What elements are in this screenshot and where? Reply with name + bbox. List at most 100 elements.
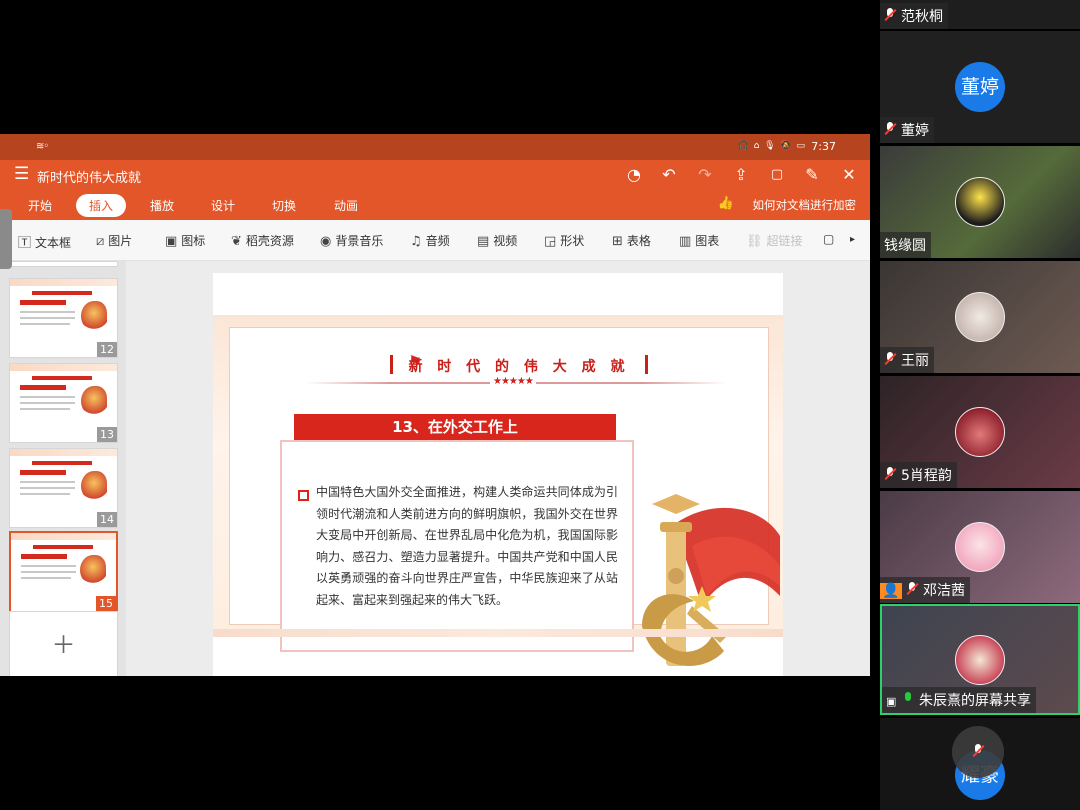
participant-tile-7[interactable]: ▣ 朱辰熹的屏幕共享	[880, 604, 1080, 715]
current-slide[interactable]: ⚑ 新 时 代 的 伟 大 成 就 ★★★★★ 中国特色大国外交全面推进，构建人…	[213, 273, 783, 676]
close-icon[interactable]: ✕	[838, 165, 860, 184]
audio-icon: ♫	[410, 234, 422, 249]
section-title: 13、在外交工作上	[294, 414, 616, 440]
slide-thumbnail-12[interactable]: 12	[9, 278, 118, 358]
shared-presentation-window: ≋◦ 🎧 ⌂ 🎙 🔕 ▭ 7:37 ☰ 新时代的伟大成就 ◔ ↶ ↷ ⇪ ▢ ✎…	[0, 134, 870, 676]
avatar	[955, 177, 1005, 227]
participant-tile-6[interactable]: 👤 邓洁茜	[880, 491, 1080, 603]
slide-number: 15	[96, 596, 116, 611]
mic-muted-icon	[884, 352, 896, 365]
mic-muted-icon	[906, 582, 918, 595]
shape-icon: ◲	[544, 234, 557, 249]
slide-thumbnail-14[interactable]: 14	[9, 448, 118, 528]
insert-background-music-button[interactable]: ◉ 背景音乐	[320, 232, 383, 249]
timer-record-icon[interactable]: ◔	[623, 165, 645, 184]
plus-icon: ＋	[51, 631, 76, 659]
slide-body-text: 中国特色大国外交全面推进，构建人类命运共同体成为引领时代潮流和人类前进方向的鲜明…	[316, 485, 618, 607]
slide-inner-panel: ⚑ 新 时 代 的 伟 大 成 就 ★★★★★ 中国特色大国外交全面推进，构建人…	[229, 327, 780, 666]
add-slide-button[interactable]: ＋	[9, 611, 118, 676]
insert-icon-button[interactable]: ▣ 图标	[165, 232, 205, 249]
muted-overlay	[952, 726, 1004, 778]
slide-heading-bar: ⚑ 新 时 代 的 伟 大 成 就	[390, 352, 648, 375]
status-time: 7:37	[811, 140, 836, 153]
tab-insert[interactable]: 插入	[76, 194, 127, 217]
participant-name-tag: 👤 邓洁茜	[880, 577, 970, 603]
participant-tile-8[interactable]: 耀豪	[880, 718, 1080, 810]
mic-muted-icon	[884, 467, 896, 480]
bullet-square-icon	[298, 490, 309, 501]
video-icon: ▤	[477, 234, 490, 249]
tab-start[interactable]: 开始	[28, 197, 52, 214]
chart-icon: ▥	[679, 234, 692, 249]
insert-audio-button[interactable]: ♫ 音频	[410, 232, 450, 249]
participant-name-tag: 王丽	[880, 347, 934, 373]
insert-chart-button[interactable]: ▥ 图表	[679, 232, 719, 249]
text-box-icon: 🅃	[18, 236, 32, 251]
thumbs-up-icon: 👍	[717, 196, 734, 211]
slide-editing-canvas: ⚑ 新 时 代 的 伟 大 成 就 ★★★★★ 中国特色大国外交全面推进，构建人…	[126, 261, 870, 676]
redo-icon[interactable]: ↷	[694, 165, 716, 184]
mic-muted-icon	[884, 122, 896, 135]
insert-shape-button[interactable]: ◲ 形状	[544, 232, 584, 249]
insert-textbox-button[interactable]: 🅃 文本框	[18, 232, 71, 251]
menu-icon[interactable]: ☰	[14, 164, 29, 184]
status-icons: 🎧 ⌂ 🎙 🔕 ▭	[737, 141, 806, 151]
insert-image-button[interactable]: ⧄ 图片	[96, 232, 132, 249]
insert-video-button[interactable]: ▤ 视频	[477, 232, 517, 249]
participant-name-tag: ▣ 朱辰熹的屏幕共享	[882, 687, 1036, 713]
docer-resource-icon: ❦	[231, 234, 242, 249]
music-note-icon: ◉	[320, 234, 332, 249]
share-icon[interactable]: ⇪	[730, 165, 752, 184]
thumbnail-partial[interactable]	[9, 261, 118, 267]
document-title-bar: ☰ 新时代的伟大成就 ◔ ↶ ↷ ⇪ ▢ ✎ ✕	[0, 160, 870, 190]
insert-hyperlink-button[interactable]: ⛓ 超链接	[746, 232, 803, 249]
slide-thumbnail-panel: 12 13 14 15 ＋	[0, 261, 126, 676]
participant-tile-4[interactable]: 王丽	[880, 261, 1080, 373]
panel-drag-handle[interactable]	[0, 209, 12, 269]
avatar	[955, 522, 1005, 572]
more-tools-icon[interactable]: ▢	[823, 232, 834, 246]
mic-muted-icon	[884, 8, 896, 21]
mic-muted-icon	[972, 744, 984, 757]
insert-table-button[interactable]: ⊞ 表格	[612, 232, 651, 249]
participant-name-tag: 钱缘圆	[880, 232, 931, 258]
table-icon: ⊞	[612, 234, 623, 249]
insert-docer-resource-button[interactable]: ❦ 稻壳资源	[231, 232, 294, 249]
document-title: 新时代的伟大成就	[37, 171, 142, 186]
participant-tile-2[interactable]: 董婷 董婷	[880, 31, 1080, 143]
slide-heading: 新 时 代 的 伟 大 成 就	[408, 359, 630, 375]
participant-name-tag: 范秋桐	[880, 3, 948, 29]
participant-tile-5[interactable]: 5肖程韵	[880, 376, 1080, 488]
device-status-bar: ≋◦ 🎧 ⌂ 🎙 🔕 ▭ 7:37	[0, 134, 870, 160]
host-icon: 👤	[880, 583, 902, 599]
image-icon: ⧄	[96, 234, 105, 249]
avatar	[955, 407, 1005, 457]
mic-active-icon	[902, 692, 914, 705]
page-view-icon[interactable]: ▢	[766, 167, 788, 182]
tab-design[interactable]: 设计	[211, 197, 235, 214]
icon-library-icon: ▣	[165, 234, 178, 249]
participant-name-tag: 董婷	[880, 117, 934, 143]
party-emblem-illustration	[642, 494, 780, 666]
avatar	[955, 635, 1005, 685]
wifi-icon: ≋◦	[36, 141, 49, 152]
slide-number: 13	[97, 427, 117, 442]
participant-name-tag: 5肖程韵	[880, 462, 957, 488]
content-box: 中国特色大国外交全面推进，构建人类命运共同体成为引领时代潮流和人类前进方向的鲜明…	[280, 440, 634, 652]
stars-icon: ★★★★★	[490, 376, 536, 387]
link-icon: ⛓	[746, 234, 763, 249]
tab-animation[interactable]: 动画	[334, 197, 358, 214]
slide-thumbnail-13[interactable]: 13	[9, 363, 118, 443]
slide-number: 14	[97, 512, 117, 527]
encrypt-help-link[interactable]: 如何对文档进行加密	[753, 197, 857, 213]
avatar: 董婷	[955, 62, 1005, 112]
edit-pen-icon[interactable]: ✎	[801, 165, 823, 184]
participant-tile-3[interactable]: 钱缘圆	[880, 146, 1080, 258]
ribbon-tabs: 开始 插入 播放 设计 切换 动画 👍 如何对文档进行加密	[0, 190, 870, 220]
tab-transition[interactable]: 切换	[272, 197, 296, 214]
undo-icon[interactable]: ↶	[658, 165, 680, 184]
slide-thumbnail-15[interactable]: 15	[9, 531, 118, 613]
participant-tile-1[interactable]: 范秋桐	[880, 0, 1080, 29]
chevron-right-icon[interactable]: ▸	[850, 234, 855, 245]
tab-play[interactable]: 播放	[150, 197, 174, 214]
